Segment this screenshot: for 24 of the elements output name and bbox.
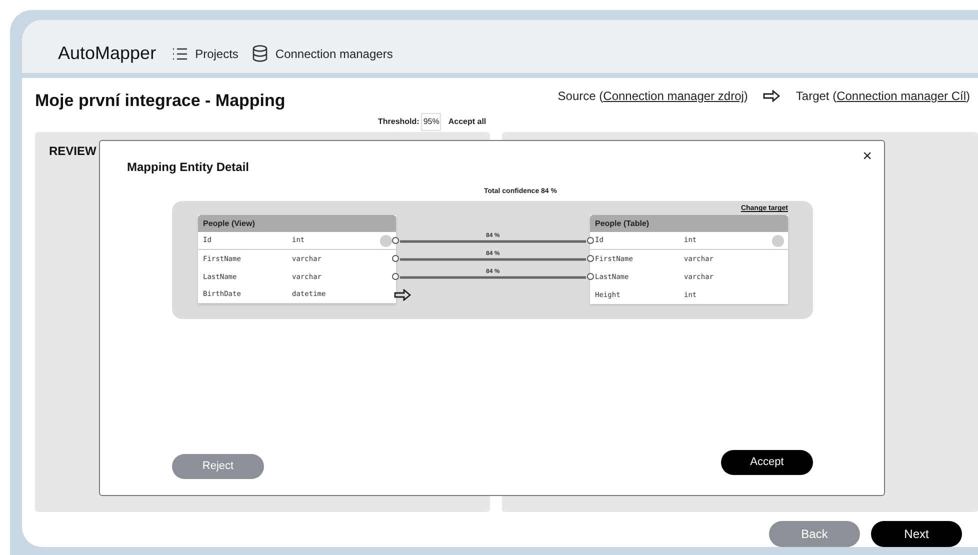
app-name: AutoMapper (58, 42, 156, 65)
source-link[interactable]: Connection manager zdroj (603, 89, 744, 103)
close-button[interactable]: × (862, 149, 872, 165)
key-badge-icon (380, 235, 392, 247)
source-label: Source (Connection manager zdroj) (558, 88, 748, 105)
key-badge-icon (772, 235, 784, 247)
accept-button[interactable]: Accept (721, 450, 813, 475)
database-icon (252, 45, 268, 62)
table-header: People (View) (198, 215, 396, 232)
target-label: Target (Connection manager Cíl) (796, 88, 970, 105)
nav-link[interactable]: Connection managers (252, 44, 393, 62)
page-title: Moje první integrace - Mapping (35, 90, 286, 112)
threshold-field[interactable]: 95% (421, 113, 442, 131)
threshold-label: Threshold: (378, 116, 420, 128)
modal-title: Mapping Entity Detail (127, 159, 250, 176)
accept-all-button[interactable]: Accept all (448, 116, 486, 128)
arrow-icon (394, 289, 412, 301)
next-button[interactable]: Next (871, 521, 962, 547)
arrow-icon (762, 90, 781, 102)
list-icon (172, 48, 188, 60)
nav-link[interactable]: Projects (172, 44, 238, 62)
target-link[interactable]: Connection manager Cíl (836, 89, 966, 103)
table-header: People (Table) (590, 215, 788, 232)
panel-heading: REVIEW (49, 144, 96, 158)
